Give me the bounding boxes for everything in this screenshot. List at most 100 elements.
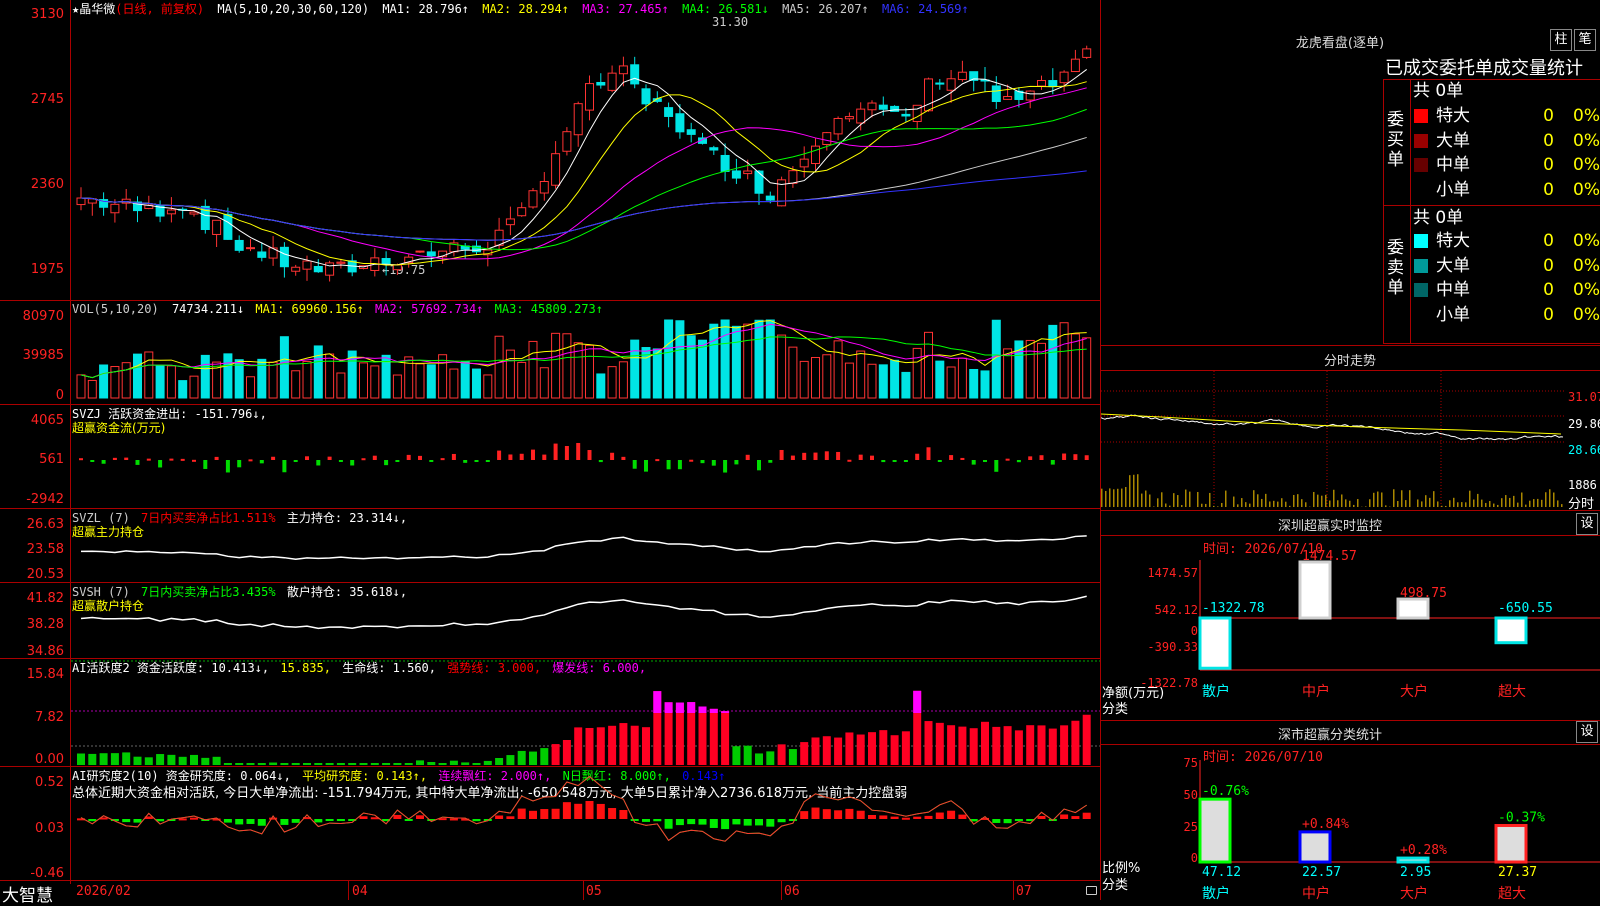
activity-peak [710,709,718,713]
main-holding-chart[interactable] [71,509,1100,582]
intraday-volume [1253,490,1255,507]
candle [314,267,322,272]
settings-button[interactable]: 设 [1576,721,1598,743]
research-bar [710,819,718,828]
flow-bar [350,460,354,465]
intraday-volume [1137,474,1139,507]
research-chart[interactable] [71,767,1100,880]
flow-bar [1496,618,1526,643]
candle [766,196,774,200]
ai-active-axis-label: 15.84 [0,667,64,682]
flow-bar [226,460,230,472]
candle [1071,59,1079,71]
intraday-volume [1221,503,1223,507]
flow-value: -1322.78 [1202,601,1265,616]
research-bar [247,819,255,824]
research-bar [653,819,661,821]
avg-line [1101,414,1561,434]
flow-bar [847,460,851,462]
research-bar [608,808,616,819]
flow-bar [475,460,479,462]
ma5-value: MA5: 26.207↑ [782,2,869,16]
intraday-volume [1545,492,1547,507]
flow-bar [158,460,162,467]
flow-bar [689,460,693,462]
row-value: 0 [1514,278,1554,302]
candle [1083,49,1091,58]
research-bar [834,810,842,819]
volume-bar [1026,340,1034,398]
activity-bar [326,763,334,765]
research-bar [1083,813,1091,819]
flow-bar [723,460,727,473]
sz-class-chart[interactable]: -0.76%47.12散户+0.84%22.57中户+0.28%2.95大户-0… [1200,760,1600,900]
ai-active-axis-label: 0.00 [0,752,64,767]
intraday-volume [1353,505,1355,507]
flow-bar [1398,599,1428,618]
activity-bar [213,757,221,765]
flow-bar [621,457,625,460]
volume-bar [1071,334,1079,398]
activity-bar [699,706,707,765]
flow-bar [1051,460,1055,465]
row-percent: 0% [1570,254,1600,278]
intraday-volume [1517,503,1519,507]
activity-bar [857,735,865,765]
tick-mode-button[interactable]: 笔 [1574,29,1596,51]
intraday-volume [1385,505,1387,507]
flow-bar [644,460,648,472]
volume-bar [461,362,469,398]
intraday-volume [1325,495,1327,507]
activity-bar [314,763,322,765]
candle [280,247,288,266]
row-value: 0 [1514,129,1554,153]
intraday-title: 分时走势 [1100,350,1600,369]
flow-bar [90,460,94,462]
intraday-volume [1285,502,1287,507]
activity-bar [77,753,85,765]
volume-bar [506,350,514,398]
activity-bar [167,755,175,765]
flow-bar [531,450,535,460]
color-swatch [1414,109,1428,123]
color-swatch [1414,283,1428,297]
intraday-volume [1261,499,1263,507]
intraday-chart[interactable] [1101,371,1566,508]
volume-bar [857,351,865,398]
row-percent: 0% [1570,178,1600,202]
flow-bar [1040,455,1044,460]
activity-bar [744,746,752,765]
fund-flow-chart[interactable] [71,405,1100,508]
svzl-axis-label: 26.63 [0,517,64,532]
intraday-volume [1541,500,1543,507]
intraday-volume [1233,497,1235,507]
intraday-volume [1277,502,1279,507]
sz-monitor-chart[interactable]: -1322.78散户1474.57中户498.75大户-650.55超大 [1200,560,1600,700]
activity-peak [913,691,921,713]
volume-chart[interactable] [71,318,1100,398]
activity-chart[interactable] [71,659,1100,766]
intraday-volume [1141,494,1143,507]
candle [382,259,390,264]
research-bar [744,819,752,826]
change-value: +0.84% [1302,817,1349,832]
flow-bar [169,459,173,461]
color-swatch [1414,259,1428,273]
lock-icon[interactable] [1086,886,1097,895]
svsh-axis-label: 34.86 [0,644,64,659]
activity-bar [778,744,786,765]
sell-row: 小单 0 0% [1410,303,1600,327]
bar-mode-button[interactable]: 柱 [1550,29,1572,51]
settings-button[interactable]: 设 [1576,513,1598,535]
candle [868,103,876,110]
volume-bar [371,366,379,398]
retail-holding-chart[interactable] [71,583,1100,658]
flow-bar [610,453,614,460]
buy-row: 中单 0 0% [1410,153,1600,177]
sz-class-unit: 分类 [1102,874,1128,893]
ratio-value: 27.37 [1498,865,1537,880]
volume-bar [947,367,955,398]
candlestick-chart[interactable] [71,20,1100,298]
activity-bar [258,763,266,765]
activity-bar [981,722,989,765]
